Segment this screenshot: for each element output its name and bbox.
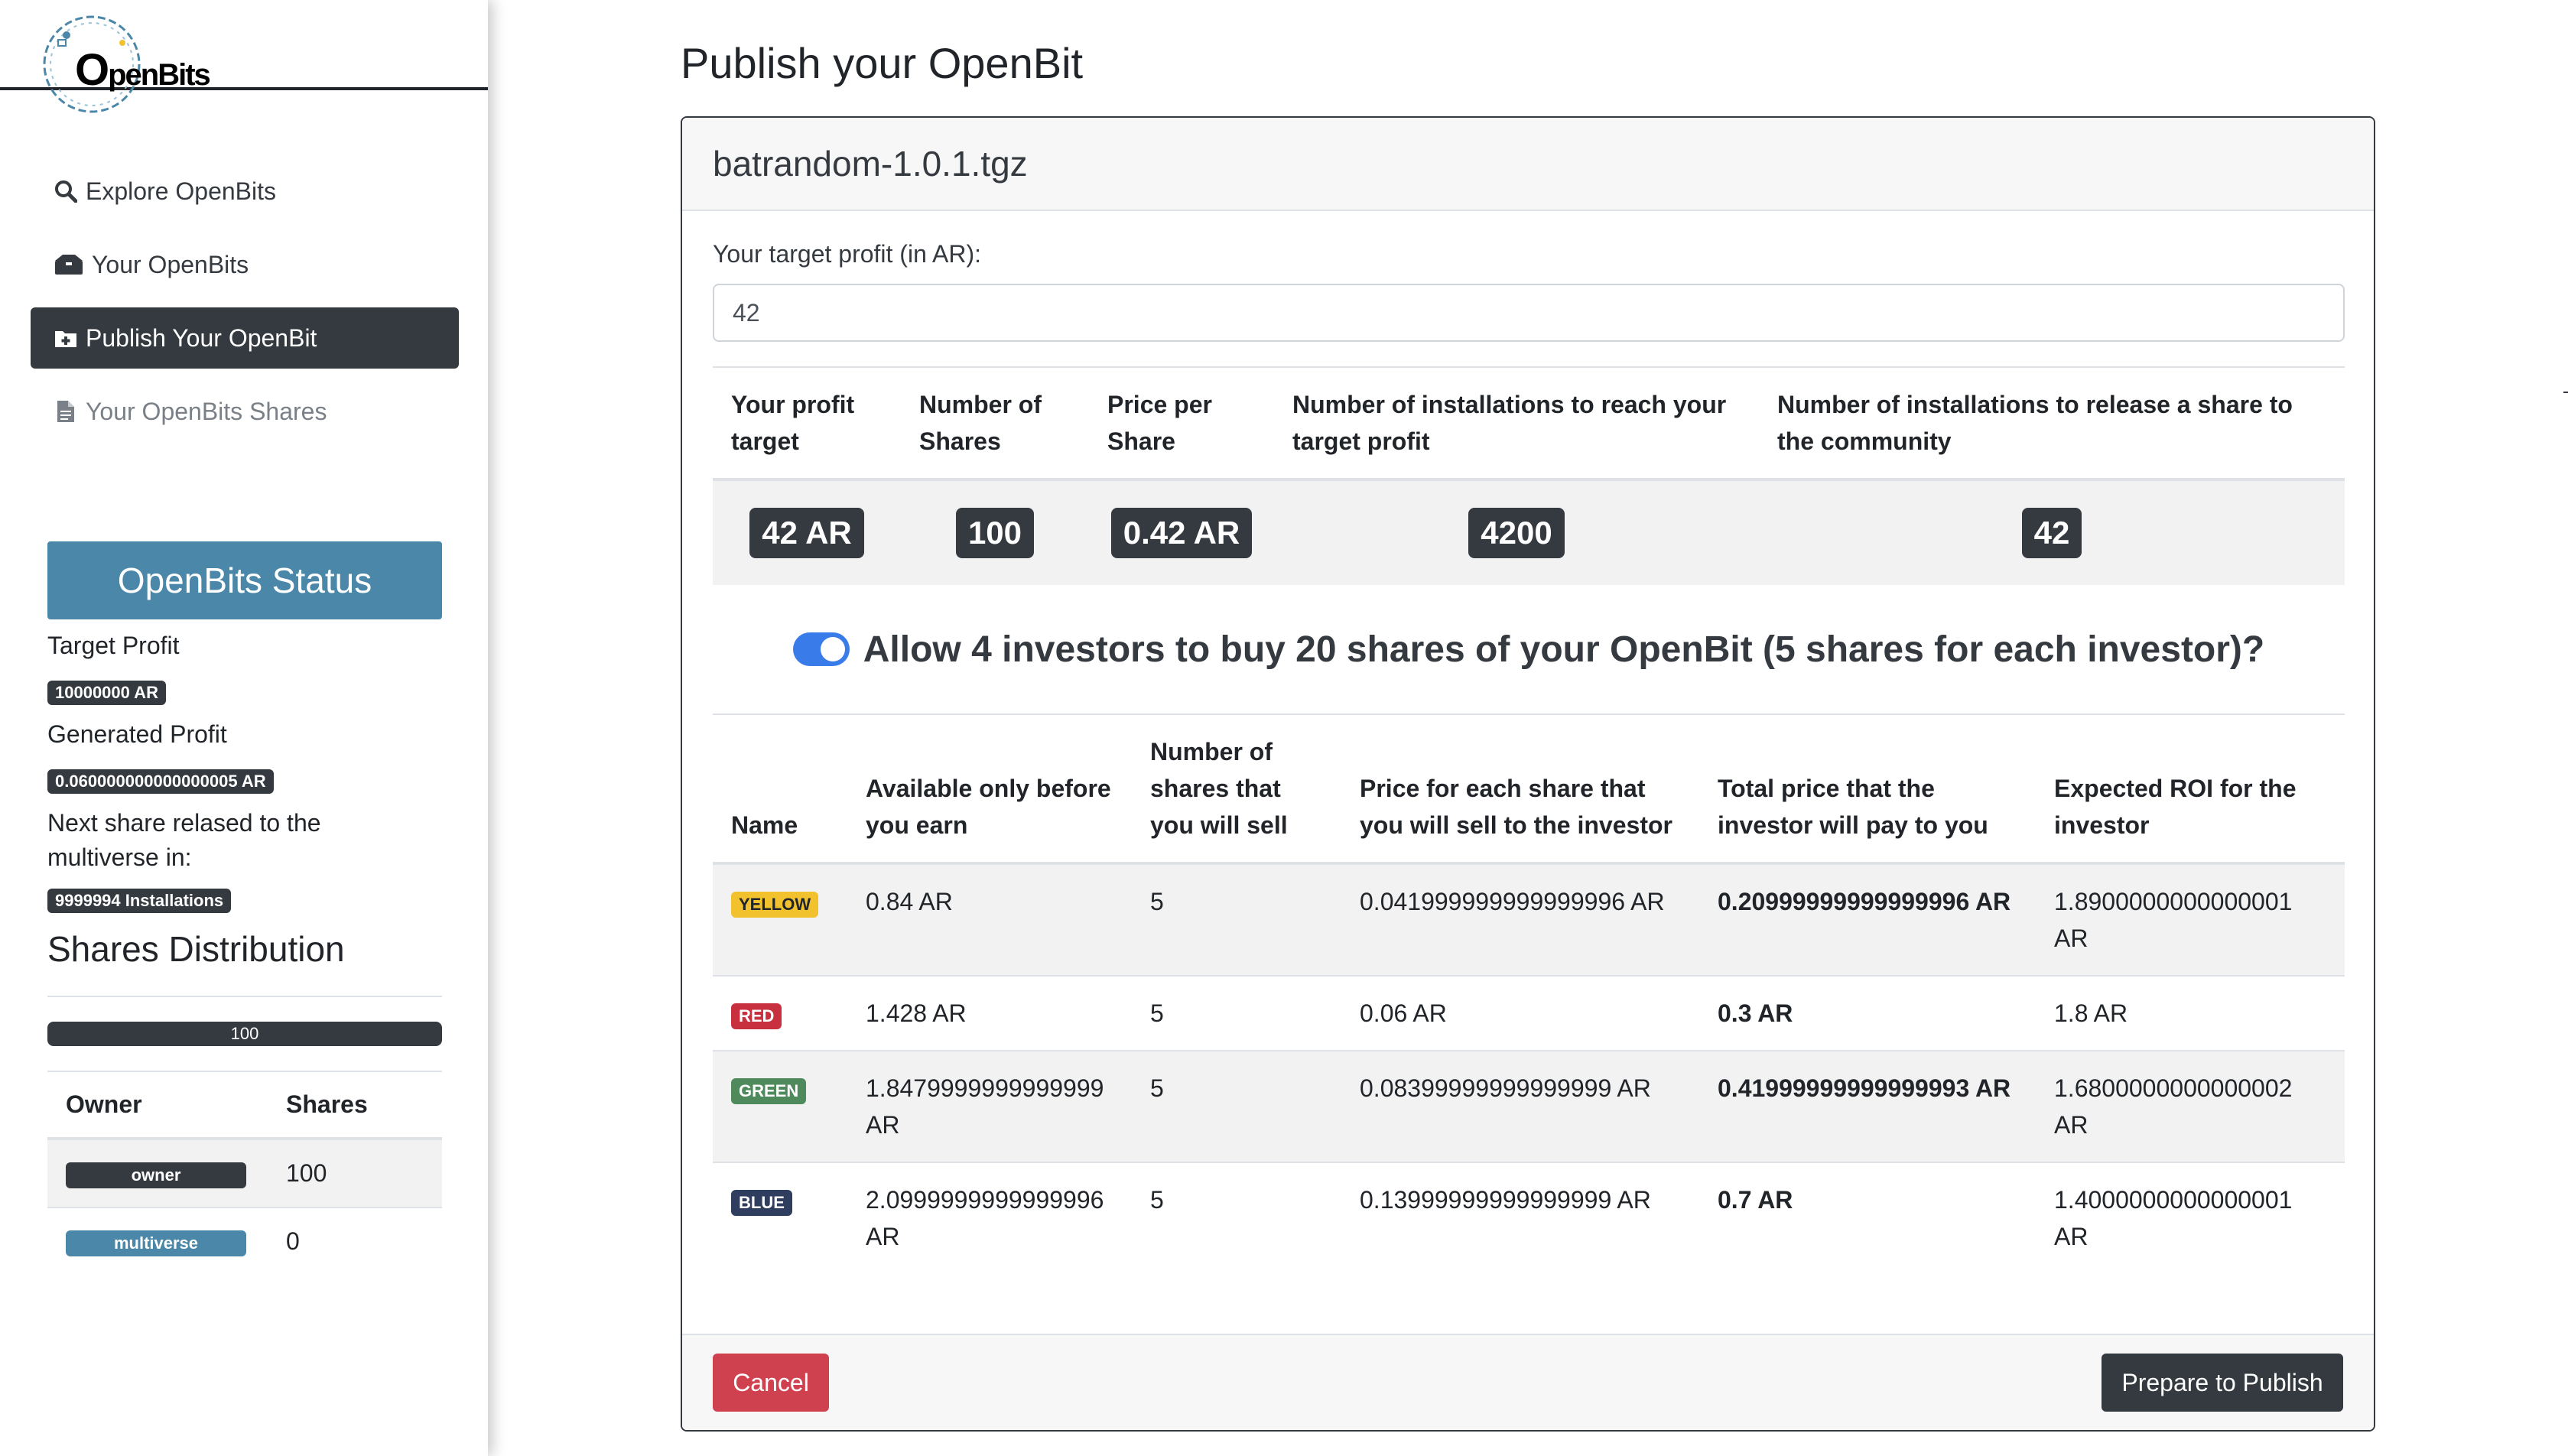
price-per-share-badge: 0.42 AR [1110,507,1253,559]
target-profit-input[interactable] [713,284,2345,342]
investors-table: Name Available only before you earn Numb… [713,715,2345,1273]
table-row: BLUE 2.0999999999999996 AR 5 0.139999999… [713,1162,2345,1273]
column-header: Total price that the investor will pay t… [1699,715,2036,865]
installations-target-badge: 4200 [1468,507,1565,559]
table-row: YELLOW 0.84 AR 5 0.041999999999999996 AR… [713,863,2345,976]
sidebar-item-explore[interactable]: Explore OpenBits [31,161,459,222]
column-header: Number of installations to reach your ta… [1274,366,1759,481]
card-footer: Cancel Prepare to Publish [682,1334,2374,1430]
column-header: Available only before you earn [847,715,1132,865]
column-header: Price for each share that you will sell … [1341,715,1699,865]
profit-target-badge: 42 AR [749,507,864,559]
table-row: GREEN 1.8479999999999999 AR 5 0.08399999… [713,1050,2345,1162]
investor-name-badge: GREEN [731,1078,807,1105]
sidebar-item-publish[interactable]: Publish Your OpenBit [31,307,459,369]
roi-cell: 1.4000000000000001 AR [2036,1162,2345,1273]
available-cell: 1.8479999999999999 AR [847,1050,1132,1162]
shares-cell: 5 [1132,863,1341,976]
search-icon [54,179,78,203]
shares-progress-bar: 100 [47,1022,442,1046]
table-row: owner 100 [47,1138,442,1207]
column-header: Price per Share [1089,366,1274,481]
card-body: Your target profit (in AR): Your profit … [682,211,2374,1304]
column-header: Expected ROI for the investor [2036,715,2345,865]
publish-card: batrandom-1.0.1.tgz Your target profit (… [681,116,2375,1432]
divider [47,996,442,997]
available-cell: 1.428 AR [847,975,1132,1051]
status-heading: OpenBits Status [47,541,442,619]
allow-investors-row: Allow 4 investors to buy 20 shares of yo… [713,585,2345,715]
sidebar-item-shares[interactable]: Your OpenBits Shares [31,381,459,442]
total-cell: 0.20999999999999996 AR [1699,863,2036,976]
logo-wordmark: OpenBits [75,45,211,95]
generated-profit-label: Generated Profit [47,720,227,748]
owner-badge: multiverse [66,1230,246,1256]
sidebar-item-your-openbits[interactable]: Your OpenBits [31,234,459,295]
next-share-badge: 9999994 Installations [47,889,232,914]
cancel-button[interactable]: Cancel [713,1354,829,1412]
edge-mark [2563,392,2568,393]
table-row: multiverse 0 [47,1207,442,1275]
column-header: Number of Shares [901,366,1089,481]
column-header: Number of installations to release a sha… [1759,366,2345,481]
column-header: Name [713,715,847,865]
allow-investors-label: Allow 4 investors to buy 20 shares of yo… [863,629,2265,670]
column-header: Your profit target [713,366,901,481]
sidebar: OpenBits Explore OpenBits Your OpenBits … [0,0,488,1456]
table-row: RED 1.428 AR 5 0.06 AR 0.3 AR 1.8 AR [713,975,2345,1051]
page-title: Publish your OpenBit [681,39,1084,87]
roi-cell: 1.6800000000000002 AR [2036,1050,2345,1162]
price-cell: 0.041999999999999996 AR [1341,863,1699,976]
sidebar-item-label: Explore OpenBits [86,177,277,205]
available-cell: 0.84 AR [847,863,1132,976]
logo-header: OpenBits [0,0,488,113]
next-share-label: Next share relased to the multiverse in: [47,809,321,871]
shares-cell: 5 [1132,1162,1341,1273]
sidebar-item-label: Your OpenBits [92,250,249,278]
sidebar-item-label: Publish Your OpenBit [86,323,317,352]
total-cell: 0.3 AR [1699,975,2036,1051]
file-icon [54,399,78,424]
generated-profit-badge: 0.060000000000000005 AR [47,769,274,795]
shares-cell: 5 [1132,1050,1341,1162]
target-profit-badge: 10000000 AR [47,681,166,706]
investor-name-badge: RED [731,1003,782,1030]
shares-cell: 0 [268,1207,442,1275]
table-row: 42 AR 100 0.42 AR 4200 42 [713,479,2345,585]
allow-investors-toggle[interactable] [792,632,850,666]
available-cell: 2.0999999999999996 AR [847,1162,1132,1273]
column-header: Shares [268,1072,442,1140]
toggle-knob [820,637,845,661]
investor-name-badge: BLUE [731,1190,792,1217]
roi-cell: 1.8900000000000001 AR [2036,863,2345,976]
price-cell: 0.06 AR [1341,975,1699,1051]
boxes-icon [54,252,84,277]
folder-plus-icon [54,326,78,350]
shares-cell: 5 [1132,975,1341,1051]
price-cell: 0.08399999999999999 AR [1341,1050,1699,1162]
column-header: Number of shares that you will sell [1132,715,1341,865]
total-cell: 0.7 AR [1699,1162,2036,1273]
summary-table: Your profit target Number of Shares Pric… [713,366,2345,585]
shares-table: Owner Shares owner 100 multiverse 0 [47,1072,442,1275]
column-header: Owner [47,1072,268,1140]
prepare-to-publish-button[interactable]: Prepare to Publish [2102,1354,2343,1412]
shares-count-badge: 100 [955,507,1035,559]
sidebar-item-label: Your OpenBits Shares [86,397,327,425]
owner-badge: owner [66,1162,246,1188]
shares-cell: 100 [268,1138,442,1207]
total-cell: 0.41999999999999993 AR [1699,1050,2036,1162]
price-cell: 0.13999999999999999 AR [1341,1162,1699,1273]
roi-cell: 1.8 AR [2036,975,2345,1051]
target-profit-label: Target Profit [47,632,180,659]
shares-distribution-title: Shares Distribution [47,929,345,969]
file-name: batrandom-1.0.1.tgz [682,118,2374,211]
sidebar-nav: Explore OpenBits Your OpenBits Publish Y… [31,161,459,454]
investor-name-badge: YELLOW [731,892,819,918]
installations-release-badge: 42 [2021,507,2082,559]
target-profit-input-label: Your target profit (in AR): [713,240,981,268]
